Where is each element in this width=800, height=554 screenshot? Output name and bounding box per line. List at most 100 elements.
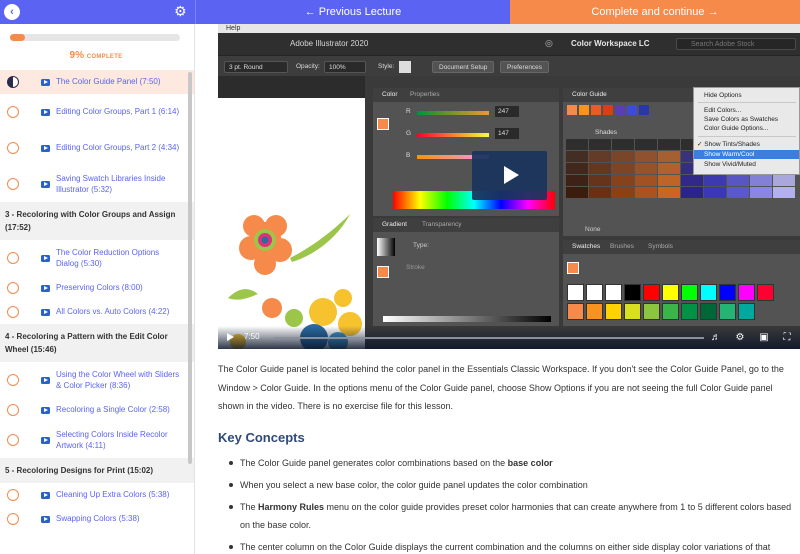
top-bar: ‹ ⚙ ← Previous Lecture Complete and cont… [0, 0, 800, 24]
lightbulb-icon: ◎ [545, 38, 553, 48]
tab-transparency: Transparency [422, 221, 462, 228]
shade-cell [773, 175, 795, 186]
shade-cell [658, 139, 680, 150]
style-swatch [399, 61, 411, 73]
complete-and-continue-button[interactable]: Complete and continue → [510, 0, 800, 24]
lesson-title: The Color Guide Panel (7:50) [56, 77, 161, 87]
section-header: 5 - Recoloring Designs for Print (15:02) [0, 458, 194, 483]
play-video-button[interactable] [472, 151, 547, 200]
shade-cell [658, 163, 680, 174]
list-item: When you select a new base color, the co… [226, 476, 800, 494]
volume-icon[interactable]: ♬ [710, 332, 722, 343]
incomplete-circle-icon [7, 306, 19, 318]
incomplete-circle-icon [7, 106, 19, 118]
swatch-cell [624, 303, 641, 320]
video-time: 7:50 [244, 332, 260, 341]
fill-swatch [377, 118, 389, 130]
settings-button[interactable]: ⚙ [174, 4, 188, 18]
video-player[interactable]: Help Adobe Illustrator 2020 ◎ Color Work… [218, 24, 800, 349]
shade-cell [704, 187, 726, 198]
video-icon [41, 254, 50, 262]
list-item: The center column on the Color Guide dis… [226, 538, 800, 554]
shade-cell [658, 151, 680, 162]
lesson-item[interactable]: Swapping Colors (5:38) [0, 507, 194, 531]
course-progress: 9% COMPLETE [0, 24, 194, 70]
shade-cell [727, 187, 749, 198]
swatch-cell [605, 303, 622, 320]
tab-gradient: Gradient [382, 221, 407, 228]
shade-cell [612, 175, 634, 186]
video-icon [41, 436, 50, 444]
course-sidebar: 9% COMPLETE The Color Guide Panel (7:50)… [0, 24, 195, 554]
lesson-title: Preserving Colors (8:00) [56, 283, 143, 293]
shade-cell [681, 187, 703, 198]
lesson-title: Using the Color Wheel with Sliders & Col… [56, 369, 180, 391]
lesson-item[interactable]: Recoloring a Single Color (2:58) [0, 398, 194, 422]
workspace-name: Color Workspace LC [571, 39, 650, 48]
lecture-content: The Color Guide panel is located behind … [218, 360, 800, 552]
incomplete-circle-icon [7, 252, 19, 264]
lesson-item[interactable]: Preserving Colors (8:00) [0, 276, 194, 300]
video-scrubber[interactable] [274, 337, 704, 339]
video-icon [41, 180, 50, 188]
menu-help: Help [226, 25, 241, 32]
back-button[interactable]: ‹ [4, 4, 20, 20]
progress-circle-icon [7, 76, 19, 88]
menu-save-colors: Save Colors as Swatches [704, 116, 779, 123]
lesson-title: Cleaning Up Extra Colors (5:38) [56, 490, 170, 500]
lesson-item[interactable]: Saving Swatch Libraries Inside Illustrat… [0, 166, 194, 202]
sidebar-header: ‹ ⚙ [0, 0, 195, 24]
swatch-cell [605, 284, 622, 301]
shade-cell [589, 163, 611, 174]
swatch-cell [719, 303, 736, 320]
incomplete-circle-icon [7, 513, 19, 525]
shade-cell [589, 151, 611, 162]
shade-cell [704, 175, 726, 186]
lesson-item[interactable]: Cleaning Up Extra Colors (5:38) [0, 483, 194, 507]
shade-cell [566, 163, 588, 174]
swatch-cell [757, 284, 774, 301]
lesson-item[interactable]: The Color Guide Panel (7:50) [0, 70, 194, 94]
swatch-cell [643, 284, 660, 301]
tab-symbols: Symbols [648, 243, 673, 250]
gear-icon[interactable]: ⚙ [734, 332, 746, 343]
preferences-button: Preferences [500, 61, 550, 73]
play-icon[interactable] [227, 333, 234, 341]
color-guide-swatch [567, 105, 577, 115]
swatch-cell [567, 284, 584, 301]
swatch-cell [681, 284, 698, 301]
swatch-cell [700, 284, 717, 301]
video-icon [41, 406, 50, 414]
cast-icon[interactable]: ▣ [758, 332, 770, 343]
sidebar-scrollbar[interactable] [188, 72, 192, 464]
previous-lecture-button[interactable]: ← Previous Lecture [195, 0, 510, 24]
stroke-profile: 3 pt. Round [224, 61, 288, 73]
lesson-item[interactable]: Selecting Colors Inside Recolor Artwork … [0, 422, 194, 458]
video-icon [41, 284, 50, 292]
list-item: The Harmony Rules menu on the color guid… [226, 498, 800, 534]
swatch-cell [643, 303, 660, 320]
app-title: Adobe Illustrator 2020 [290, 39, 369, 48]
lesson-item[interactable]: All Colors vs. Auto Colors (4:22) [0, 300, 194, 324]
video-icon [41, 376, 50, 384]
video-icon [41, 144, 50, 152]
swatch-grid [567, 284, 795, 324]
shade-cell [566, 139, 588, 150]
tab-brushes: Brushes [610, 243, 634, 250]
shade-cell [750, 175, 772, 186]
lesson-item[interactable]: The Color Reduction Options Dialog (5:30… [0, 240, 194, 276]
menu-show-tints: ✓ Show Tints/Shades [697, 141, 760, 148]
incomplete-circle-icon [7, 374, 19, 386]
swatches-panel: Swatches Brushes Symbols [563, 240, 800, 326]
lesson-item[interactable]: Editing Color Groups, Part 2 (4:34) [0, 130, 194, 166]
fullscreen-icon[interactable]: ⛶ [781, 332, 793, 343]
progress-percent: 9% [69, 50, 84, 61]
video-controls: 7:50 ♬ ⚙ ▣ ⛶ [218, 326, 800, 349]
lesson-item[interactable]: Using the Color Wheel with Sliders & Col… [0, 362, 194, 398]
shade-cell [773, 187, 795, 198]
menu-edit-colors: Edit Colors... [704, 107, 742, 114]
lesson-item[interactable]: Editing Color Groups, Part 1 (6:14) [0, 94, 194, 130]
app-titlebar: Adobe Illustrator 2020 ◎ Color Workspace… [218, 33, 800, 55]
lesson-title: The Color Reduction Options Dialog (5:30… [56, 247, 160, 269]
lesson-title: Recoloring a Single Color (2:58) [56, 405, 170, 415]
